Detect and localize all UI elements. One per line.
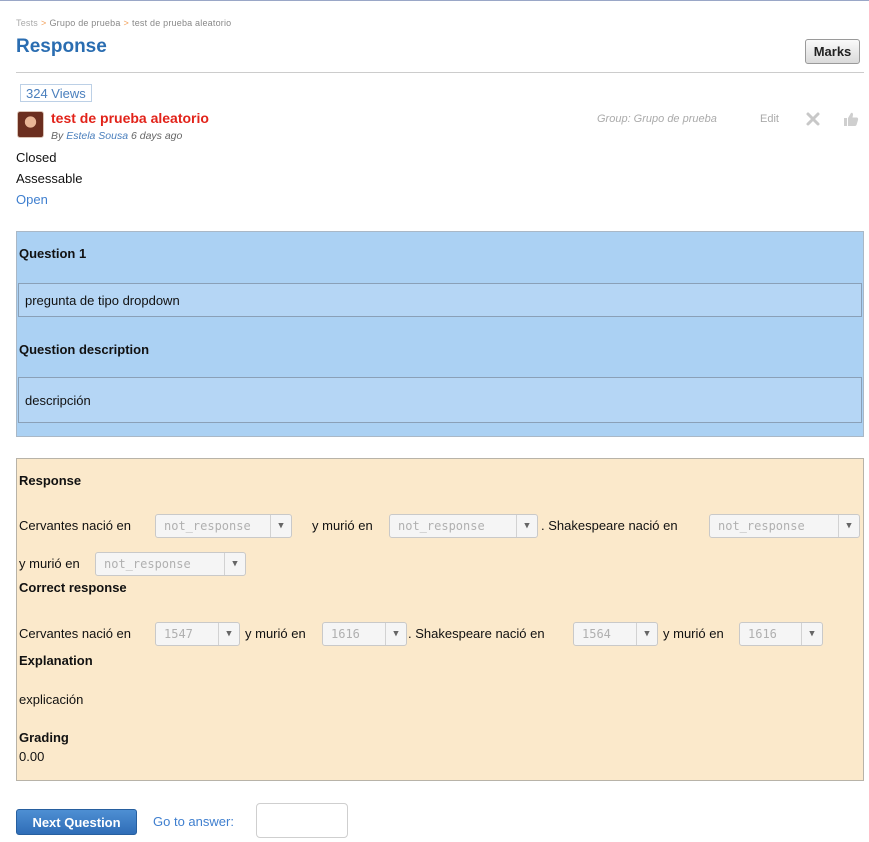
views-badge: 324 Views xyxy=(20,84,92,102)
avatar[interactable] xyxy=(17,111,44,138)
question-heading: Question 1 xyxy=(19,246,87,261)
question-description: descripción xyxy=(18,377,862,423)
breadcrumb-separator: > xyxy=(41,18,47,28)
triangle-down-icon: ▼ xyxy=(270,515,291,537)
post-time: 6 days ago xyxy=(130,130,183,142)
question-description-heading: Question description xyxy=(19,342,150,357)
dropdown-value: 1547 xyxy=(164,627,193,641)
triangle-down-icon: ▼ xyxy=(838,515,859,537)
breadcrumb-current: test de prueba aleatorio xyxy=(132,18,232,28)
dropdown-value: 1564 xyxy=(582,627,611,641)
correct-dropdown[interactable]: 1616 ▼ xyxy=(322,622,407,646)
edit-link[interactable]: Edit xyxy=(760,113,779,125)
author-link[interactable]: Estela Sousa xyxy=(66,130,128,142)
correct-text: Cervantes nació en xyxy=(19,626,132,641)
correct-dropdown[interactable]: 1616 ▼ xyxy=(739,622,823,646)
triangle-down-icon: ▼ xyxy=(516,515,537,537)
dropdown-select[interactable]: not_response ▼ xyxy=(95,552,246,576)
response-text: y murió en xyxy=(312,518,373,533)
thumbs-up-icon[interactable] xyxy=(843,111,859,127)
correct-response-heading: Correct response xyxy=(19,580,127,595)
breadcrumb-group[interactable]: Grupo de prueba xyxy=(49,18,120,28)
dropdown-value: not_response xyxy=(164,519,251,533)
title-divider xyxy=(16,72,864,73)
dropdown-select[interactable]: not_response ▼ xyxy=(709,514,860,538)
triangle-down-icon: ▼ xyxy=(636,623,657,645)
triangle-down-icon: ▼ xyxy=(218,623,239,645)
close-x-icon[interactable] xyxy=(805,111,821,127)
correct-text: y murió en xyxy=(663,626,724,641)
grading-heading: Grading xyxy=(19,730,69,745)
breadcrumb-separator: > xyxy=(123,18,130,28)
breadcrumb: Tests > Grupo de prueba > test de prueba ale… xyxy=(16,18,231,28)
post-byline: By Estela Sousa 6 days ago xyxy=(51,130,182,142)
breadcrumb-tests[interactable]: Tests xyxy=(16,18,38,28)
dropdown-value: not_response xyxy=(718,519,805,533)
next-question-button[interactable]: Next Question xyxy=(16,809,137,835)
correct-dropdown[interactable]: 1564 ▼ xyxy=(573,622,658,646)
response-text: . Shakespeare nació en xyxy=(541,518,678,533)
correct-text: y murió en xyxy=(245,626,306,641)
dropdown-value: not_response xyxy=(398,519,485,533)
dropdown-value: 1616 xyxy=(748,627,777,641)
dropdown-value: not_response xyxy=(104,557,191,571)
question-panel: Question 1 pregunta de tipo dropdown Que… xyxy=(16,231,864,437)
dropdown-select[interactable]: not_response ▼ xyxy=(389,514,538,538)
open-link[interactable]: Open xyxy=(16,192,48,207)
triangle-down-icon: ▼ xyxy=(224,553,245,575)
triangle-down-icon: ▼ xyxy=(801,623,822,645)
post-title[interactable]: test de prueba aleatorio xyxy=(51,110,209,126)
grading-value: 0.00 xyxy=(19,749,45,764)
page-title: Response xyxy=(16,36,107,57)
byline-prefix: By xyxy=(51,130,64,142)
correct-text: . Shakespeare nació en xyxy=(408,626,545,641)
response-text: y murió en xyxy=(19,556,80,571)
explanation-text: explicación xyxy=(19,692,84,707)
question-text: pregunta de tipo dropdown xyxy=(18,283,862,317)
status-assessable: Assessable xyxy=(16,171,83,186)
dropdown-value: 1616 xyxy=(331,627,360,641)
page: Tests > Grupo de prueba > test de prueba ale… xyxy=(0,0,869,842)
top-border xyxy=(0,0,869,1)
marks-button[interactable]: Marks xyxy=(805,39,860,64)
triangle-down-icon: ▼ xyxy=(385,623,406,645)
correct-dropdown[interactable]: 1547 ▼ xyxy=(155,622,240,646)
dropdown-select[interactable]: not_response ▼ xyxy=(155,514,292,538)
response-text: Cervantes nació en xyxy=(19,518,132,533)
response-heading: Response xyxy=(19,473,82,488)
response-panel: Response Cervantes nació en not_response… xyxy=(16,458,864,781)
status-closed: Closed xyxy=(16,150,57,165)
go-to-answer-label: Go to answer: xyxy=(153,814,234,829)
go-to-answer-input[interactable] xyxy=(256,803,348,838)
group-info[interactable]: Group: Grupo de prueba xyxy=(597,113,717,125)
explanation-heading: Explanation xyxy=(19,653,93,668)
